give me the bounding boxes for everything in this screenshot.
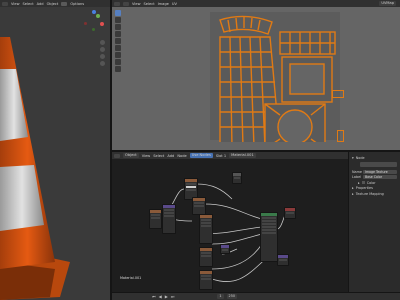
current-frame-field[interactable]: 1 <box>217 294 224 299</box>
uv-menu-select[interactable]: Select <box>144 2 155 6</box>
node-menu-node[interactable]: Node <box>177 154 186 158</box>
uv-editor-header: View Select Image UV UVMap <box>112 0 400 7</box>
mapping-node[interactable] <box>162 204 176 234</box>
zoom-icon[interactable] <box>100 40 105 45</box>
transform-tool-icon[interactable] <box>115 45 121 51</box>
annotate-tool-icon[interactable] <box>115 52 121 58</box>
gizmo-neg-x-icon[interactable] <box>84 22 87 25</box>
uv-toolbar <box>115 10 121 73</box>
image-texture-node[interactable] <box>199 270 213 290</box>
viewport-header: View Select Add Object Options <box>0 0 110 7</box>
play-icon[interactable]: ▶ <box>165 294 168 299</box>
shader-node-editor[interactable]: Object View Select Add Node Use Nodes Sl… <box>112 152 348 300</box>
uv-sync-button[interactable] <box>123 1 129 6</box>
uv-editor-type-button[interactable] <box>114 1 120 6</box>
slot-dropdown[interactable]: Slot 1 <box>216 154 226 158</box>
node-label-field[interactable]: Base Color <box>363 175 397 179</box>
name-label: Name <box>352 169 363 174</box>
play-reverse-icon[interactable]: ◀ <box>159 294 162 299</box>
displacement-node[interactable] <box>277 254 289 266</box>
end-frame-field[interactable]: 250 <box>226 294 238 299</box>
viewport-menu-object[interactable]: Object <box>47 2 59 6</box>
uv-menu-image[interactable]: Image <box>158 2 169 6</box>
collapse-arrow-icon: ▾ <box>352 155 354 160</box>
node-editor-header: Object View Select Add Node Use Nodes Sl… <box>112 152 348 159</box>
node-tree-name: Material.001 <box>120 276 142 280</box>
node-section-title: Node <box>355 155 365 160</box>
reroute-node[interactable] <box>232 172 242 184</box>
pan-hand-icon[interactable] <box>100 47 105 52</box>
uv-menu-view[interactable]: View <box>132 2 141 6</box>
texture-mapping-section-header[interactable]: ▸ Texture Mapping <box>352 192 397 196</box>
viewport-3d[interactable]: View Select Add Object Options <box>0 0 110 300</box>
camera-view-icon[interactable] <box>100 54 105 59</box>
material-output-node[interactable] <box>284 207 296 219</box>
principled-bsdf-node[interactable] <box>260 212 278 262</box>
grab-tool-icon[interactable] <box>115 59 121 65</box>
gizmo-y-axis-icon[interactable] <box>96 14 100 18</box>
image-texture-node[interactable] <box>192 197 206 215</box>
node-sidebar: ▾ Node Name Image Texture Label Base Col… <box>348 152 400 292</box>
normal-map-node[interactable] <box>220 244 230 254</box>
color-checkbox[interactable] <box>361 181 365 184</box>
gizmo-neg-y-icon[interactable] <box>92 28 95 31</box>
navigation-gizmo[interactable] <box>82 10 106 34</box>
uv-editor[interactable]: View Select Image UV UVMap <box>112 0 400 150</box>
jump-end-icon[interactable]: ⏭ <box>171 294 175 299</box>
node-menu-add[interactable]: Add <box>167 154 174 158</box>
node-editor-type-button[interactable] <box>114 153 120 158</box>
material-field[interactable]: Material.001 <box>229 153 256 158</box>
collapse-arrow-icon: ▸ <box>352 186 354 190</box>
node-menu-select[interactable]: Select <box>153 154 164 158</box>
cursor-tool-icon[interactable] <box>115 17 121 23</box>
rotate-tool-icon[interactable] <box>115 31 121 37</box>
viewport-menu-select[interactable]: Select <box>23 2 34 6</box>
editor-type-button[interactable] <box>2 1 8 6</box>
gizmo-x-axis-icon[interactable] <box>100 22 104 26</box>
collapse-arrow-icon: ▸ <box>352 191 354 196</box>
uvmap-selector[interactable]: UVMap <box>379 1 396 6</box>
jump-start-icon[interactable]: ⏮ <box>152 294 156 299</box>
viewport-menu-add[interactable]: Add <box>37 2 44 6</box>
texture-mapping-section-title: Texture Mapping <box>355 191 384 196</box>
color-section-title: Color <box>366 180 376 185</box>
node-name-field[interactable]: Image Texture <box>363 169 397 174</box>
ortho-toggle-icon[interactable] <box>100 61 105 66</box>
relax-tool-icon[interactable] <box>115 66 121 72</box>
uv-island-small[interactable] <box>332 90 344 98</box>
viewport-options[interactable]: Options <box>70 2 84 6</box>
node-menu-view[interactable]: View <box>142 154 151 158</box>
color-section-header[interactable]: ▸ Color <box>358 181 397 185</box>
uv-menu-uv[interactable]: UV <box>172 2 177 6</box>
move-tool-icon[interactable] <box>115 24 121 30</box>
properties-section-title: Properties <box>355 186 373 190</box>
transform-pivot-button[interactable] <box>61 1 68 6</box>
use-nodes-checkbox[interactable]: Use Nodes <box>189 153 213 158</box>
uv-island-small[interactable] <box>337 130 344 142</box>
timeline-bar[interactable]: ⏮ ◀ ▶ ⏭ 1 250 <box>112 292 400 300</box>
reset-node-button[interactable] <box>360 161 397 167</box>
gizmo-z-axis-icon[interactable] <box>92 10 96 14</box>
image-texture-node[interactable] <box>199 214 213 244</box>
node-links <box>161 183 288 283</box>
image-texture-node[interactable] <box>199 247 213 267</box>
viewport-menu-view[interactable]: View <box>11 2 20 6</box>
collapse-arrow-icon: ▸ <box>358 180 360 185</box>
uv-islands[interactable] <box>210 12 340 142</box>
properties-section-header[interactable]: ▸ Properties <box>352 186 397 190</box>
scale-tool-icon[interactable] <box>115 38 121 44</box>
shader-type-dropdown[interactable]: Object <box>123 153 139 158</box>
label-label: Label <box>352 175 362 179</box>
texture-coordinate-node[interactable] <box>149 209 162 229</box>
viewport-nav-buttons <box>100 40 106 66</box>
traffic-cone-model <box>0 37 70 300</box>
select-tool-icon[interactable] <box>115 10 121 16</box>
node-section-header[interactable]: ▾ Node <box>352 156 397 160</box>
